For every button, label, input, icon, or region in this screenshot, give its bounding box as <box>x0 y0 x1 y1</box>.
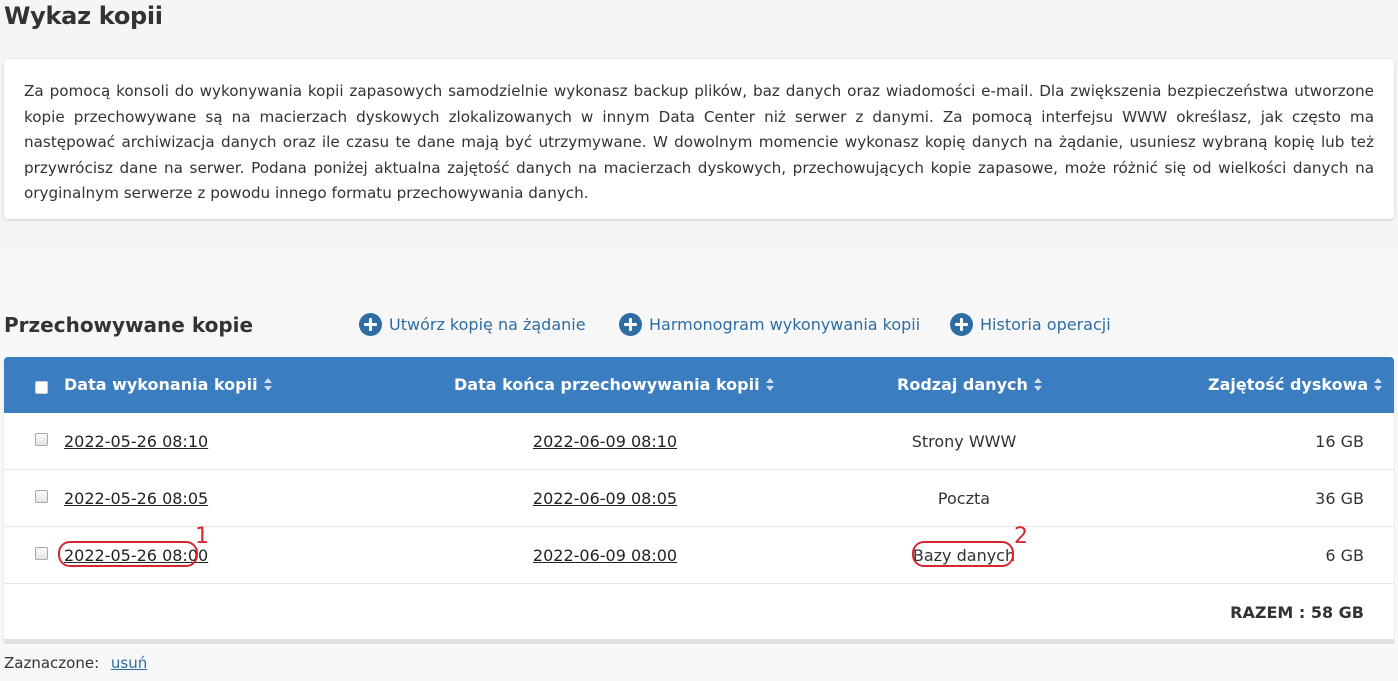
create-backup-label: Utwórz kopię na żądanie <box>389 315 586 334</box>
create-backup-link[interactable]: Utwórz kopię na żądanie <box>359 313 586 336</box>
row-checkbox[interactable] <box>35 433 48 446</box>
table-header: Data wykonania kopii Data końca przechow… <box>4 357 1394 413</box>
highlight-circle-1 <box>58 541 198 567</box>
data-type: Strony WWW <box>911 432 1017 451</box>
table-row: 2022-05-26 08:10 2022-06-09 08:10 Strony… <box>4 413 1394 470</box>
operations-history-label: Historia operacji <box>980 315 1111 334</box>
schedule-link[interactable]: Harmonogram wykonywania kopii <box>619 313 920 336</box>
sort-icon <box>1374 377 1383 392</box>
operations-history-link[interactable]: Historia operacji <box>950 313 1111 336</box>
sort-icon <box>263 377 272 392</box>
selection-actions: Zaznaczone: usuń <box>4 654 147 672</box>
plus-circle-icon <box>619 313 642 336</box>
highlight-circle-2 <box>912 541 1014 567</box>
disk-usage: 16 GB <box>1315 432 1364 451</box>
schedule-label: Harmonogram wykonywania kopii <box>649 315 921 334</box>
row-checkbox[interactable] <box>35 547 48 560</box>
select-all-checkbox[interactable] <box>35 381 48 394</box>
annotation-marker-1: 1 <box>195 524 209 549</box>
total-usage: RAZEM : 58 GB <box>1230 603 1364 622</box>
data-type: Poczta <box>937 489 991 508</box>
intro-text: Za pomocą konsoli do wykonywania kopii z… <box>24 82 1374 202</box>
annotation-marker-2: 2 <box>1014 524 1028 549</box>
delete-selected-link[interactable]: usuń <box>111 654 147 672</box>
column-date-created[interactable]: Data wykonania kopii <box>64 375 272 394</box>
column-disk-usage[interactable]: Zajętość dyskowa <box>1208 375 1383 394</box>
page-title: Wykaz kopii <box>4 2 163 30</box>
selected-label: Zaznaczone: <box>4 654 100 672</box>
plus-circle-icon <box>359 313 382 336</box>
table-row: 2022-05-26 08:00 1 2022-06-09 08:00 Bazy… <box>4 524 1394 584</box>
backup-end-date-link[interactable]: 2022-06-09 08:05 <box>533 489 677 508</box>
backup-end-date-link[interactable]: 2022-06-09 08:00 <box>533 546 677 565</box>
table-bottom-bar <box>4 639 1394 644</box>
sort-icon <box>765 377 774 392</box>
backup-end-date-link[interactable]: 2022-06-09 08:10 <box>533 432 677 451</box>
section-title: Przechowywane kopie <box>4 313 254 337</box>
disk-usage: 6 GB <box>1325 546 1364 565</box>
column-data-type[interactable]: Rodzaj danych <box>897 375 1042 394</box>
plus-circle-icon <box>950 313 973 336</box>
table-row: 2022-05-26 08:05 2022-06-09 08:05 Poczta… <box>4 470 1394 527</box>
row-checkbox[interactable] <box>35 490 48 503</box>
backups-table: Data wykonania kopii Data końca przechow… <box>4 357 1394 640</box>
backup-date-link[interactable]: 2022-05-26 08:05 <box>64 489 208 508</box>
disk-usage: 36 GB <box>1315 489 1364 508</box>
column-date-end[interactable]: Data końca przechowywania kopii <box>454 375 774 394</box>
total-row: RAZEM : 58 GB <box>4 584 1394 640</box>
sort-icon <box>1033 377 1042 392</box>
intro-box: Za pomocą konsoli do wykonywania kopii z… <box>4 59 1394 219</box>
backup-date-link[interactable]: 2022-05-26 08:10 <box>64 432 208 451</box>
